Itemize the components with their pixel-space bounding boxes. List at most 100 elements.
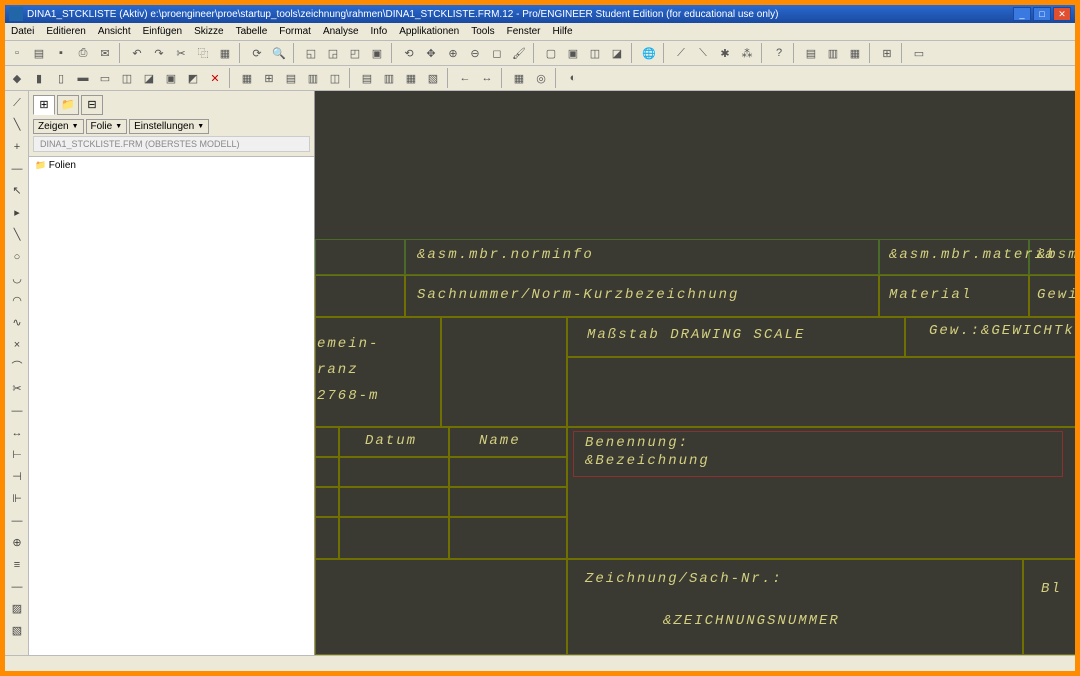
measure-icon[interactable]: ⊞ [877,43,897,63]
table3-icon[interactable]: ▤ [281,68,301,88]
datum4-icon[interactable]: ⁂ [737,43,757,63]
table4-icon[interactable]: ▥ [303,68,323,88]
grid-icon[interactable]: ▦ [509,68,529,88]
tool-line2-icon[interactable]: ╲ [7,225,27,245]
tree-tab-2[interactable]: 📁 [57,95,79,115]
paste-icon[interactable]: ▦ [215,43,235,63]
window-icon[interactable]: ▭ [909,43,929,63]
drawing-canvas[interactable]: &asm.mbr.norminfo &asm.mbr.materia &bsm … [315,91,1075,655]
copy-icon[interactable]: ⿻ [193,43,213,63]
layer3-icon[interactable]: ▦ [845,43,865,63]
cut-icon[interactable]: ✂ [171,43,191,63]
view4-icon[interactable]: ◪ [607,43,627,63]
datum2-icon[interactable]: ⟍ [693,43,713,63]
table1-icon[interactable]: ▦ [237,68,257,88]
menu-skizze[interactable]: Skizze [188,26,229,37]
menu-fenster[interactable]: Fenster [501,26,547,37]
datum3-icon[interactable]: ✱ [715,43,735,63]
datum1-icon[interactable]: ⟋ [671,43,691,63]
delete-icon[interactable]: ✕ [205,68,225,88]
tool-select-icon[interactable]: ⟋ [7,93,27,113]
symbol-icon[interactable]: ◎ [531,68,551,88]
sketch5-icon[interactable]: ▭ [95,68,115,88]
search-icon[interactable]: 🔍 [269,43,289,63]
open-icon[interactable]: ▤ [29,43,49,63]
close-button[interactable]: ✕ [1053,7,1071,21]
tool-sym1-icon[interactable]: ⊕ [7,533,27,553]
maximize-button[interactable]: □ [1033,7,1051,21]
note3-icon[interactable]: ▦ [401,68,421,88]
sketch7-icon[interactable]: ◪ [139,68,159,88]
sketch9-icon[interactable]: ◩ [183,68,203,88]
tool-chain-icon[interactable]: ⌒ [7,357,27,377]
zoom-in-icon[interactable]: ⊕ [443,43,463,63]
sketch1-icon[interactable]: ◆ [7,68,27,88]
menu-tabelle[interactable]: Tabelle [230,26,274,37]
sketch6-icon[interactable]: ◫ [117,68,137,88]
menu-analyse[interactable]: Analyse [317,26,365,37]
tool-line-icon[interactable]: ╲ [7,115,27,135]
help-icon[interactable]: ? [769,43,789,63]
tool-pointer-icon[interactable]: ▸ [7,203,27,223]
tool-dim1-icon[interactable]: ↔ [7,423,27,443]
tool-spline-icon[interactable]: ∿ [7,313,27,333]
tree-einstellungen-dropdown[interactable]: Einstellungen [129,119,209,134]
tree-tab-3[interactable]: ⊟ [81,95,103,115]
menu-info[interactable]: Info [365,26,394,37]
tool-hatch-icon[interactable]: ▨ [7,599,27,619]
tree-path[interactable]: DINA1_STCKLISTE.FRM (OBERSTES MODELL) [33,136,310,152]
spin-icon[interactable]: ⟲ [399,43,419,63]
sketch8-icon[interactable]: ▣ [161,68,181,88]
tool-dim2-icon[interactable]: ⊢ [7,445,27,465]
minimize-button[interactable]: _ [1013,7,1031,21]
layer1-icon[interactable]: ▤ [801,43,821,63]
regen-icon[interactable]: ⟳ [247,43,267,63]
table2-icon[interactable]: ⊞ [259,68,279,88]
pan-icon[interactable]: ✥ [421,43,441,63]
tool-arc-icon[interactable]: ◡ [7,269,27,289]
redo-icon[interactable]: ↷ [149,43,169,63]
tool-circle-icon[interactable]: ○ [7,247,27,267]
undo-icon[interactable]: ↶ [127,43,147,63]
tool-dim4-icon[interactable]: ⊩ [7,489,27,509]
view2-icon[interactable]: ▣ [563,43,583,63]
repaint-icon[interactable]: 🖌 [509,43,529,63]
note1-icon[interactable]: ▤ [357,68,377,88]
tool-dim3-icon[interactable]: ⊣ [7,467,27,487]
menu-tools[interactable]: Tools [465,26,500,37]
tool-break-icon[interactable]: ✂ [7,379,27,399]
sketch2-icon[interactable]: ▮ [29,68,49,88]
tree-zeigen-dropdown[interactable]: Zeigen [33,119,84,134]
view1-icon[interactable]: ▢ [541,43,561,63]
menu-hilfe[interactable]: Hilfe [547,26,579,37]
select2-icon[interactable]: ◲ [323,43,343,63]
sketch4-icon[interactable]: ▬ [73,68,93,88]
tool-plus-icon[interactable]: + [7,137,27,157]
menu-ansicht[interactable]: Ansicht [92,26,137,37]
tree-item-folien[interactable]: Folien [35,159,308,172]
refit-icon[interactable]: ◻ [487,43,507,63]
zoom-out-icon[interactable]: ⊖ [465,43,485,63]
tree-body[interactable]: Folien [29,157,314,655]
menu-format[interactable]: Format [273,26,317,37]
globe-icon[interactable]: 🌐 [639,43,659,63]
select-icon[interactable]: ◱ [301,43,321,63]
menu-datei[interactable]: Datei [5,26,40,37]
tool-point-icon[interactable]: × [7,335,27,355]
menu-einfuegen[interactable]: Einfügen [137,26,188,37]
note4-icon[interactable]: ▧ [423,68,443,88]
tool-hatch2-icon[interactable]: ▧ [7,621,27,641]
menu-editieren[interactable]: Editieren [40,26,91,37]
tree-folie-dropdown[interactable]: Folie [86,119,128,134]
new-icon[interactable]: ▫ [7,43,27,63]
select4-icon[interactable]: ▣ [367,43,387,63]
tool-arc2-icon[interactable]: ◠ [7,291,27,311]
layer2-icon[interactable]: ▥ [823,43,843,63]
arrow1-icon[interactable]: ← [455,68,475,88]
sketch3-icon[interactable]: ▯ [51,68,71,88]
print-icon[interactable]: ⎙ [73,43,93,63]
arrow2-icon[interactable]: ↔ [477,68,497,88]
table5-icon[interactable]: ◫ [325,68,345,88]
view3-icon[interactable]: ◫ [585,43,605,63]
publish-icon[interactable]: ◐ [563,68,583,88]
